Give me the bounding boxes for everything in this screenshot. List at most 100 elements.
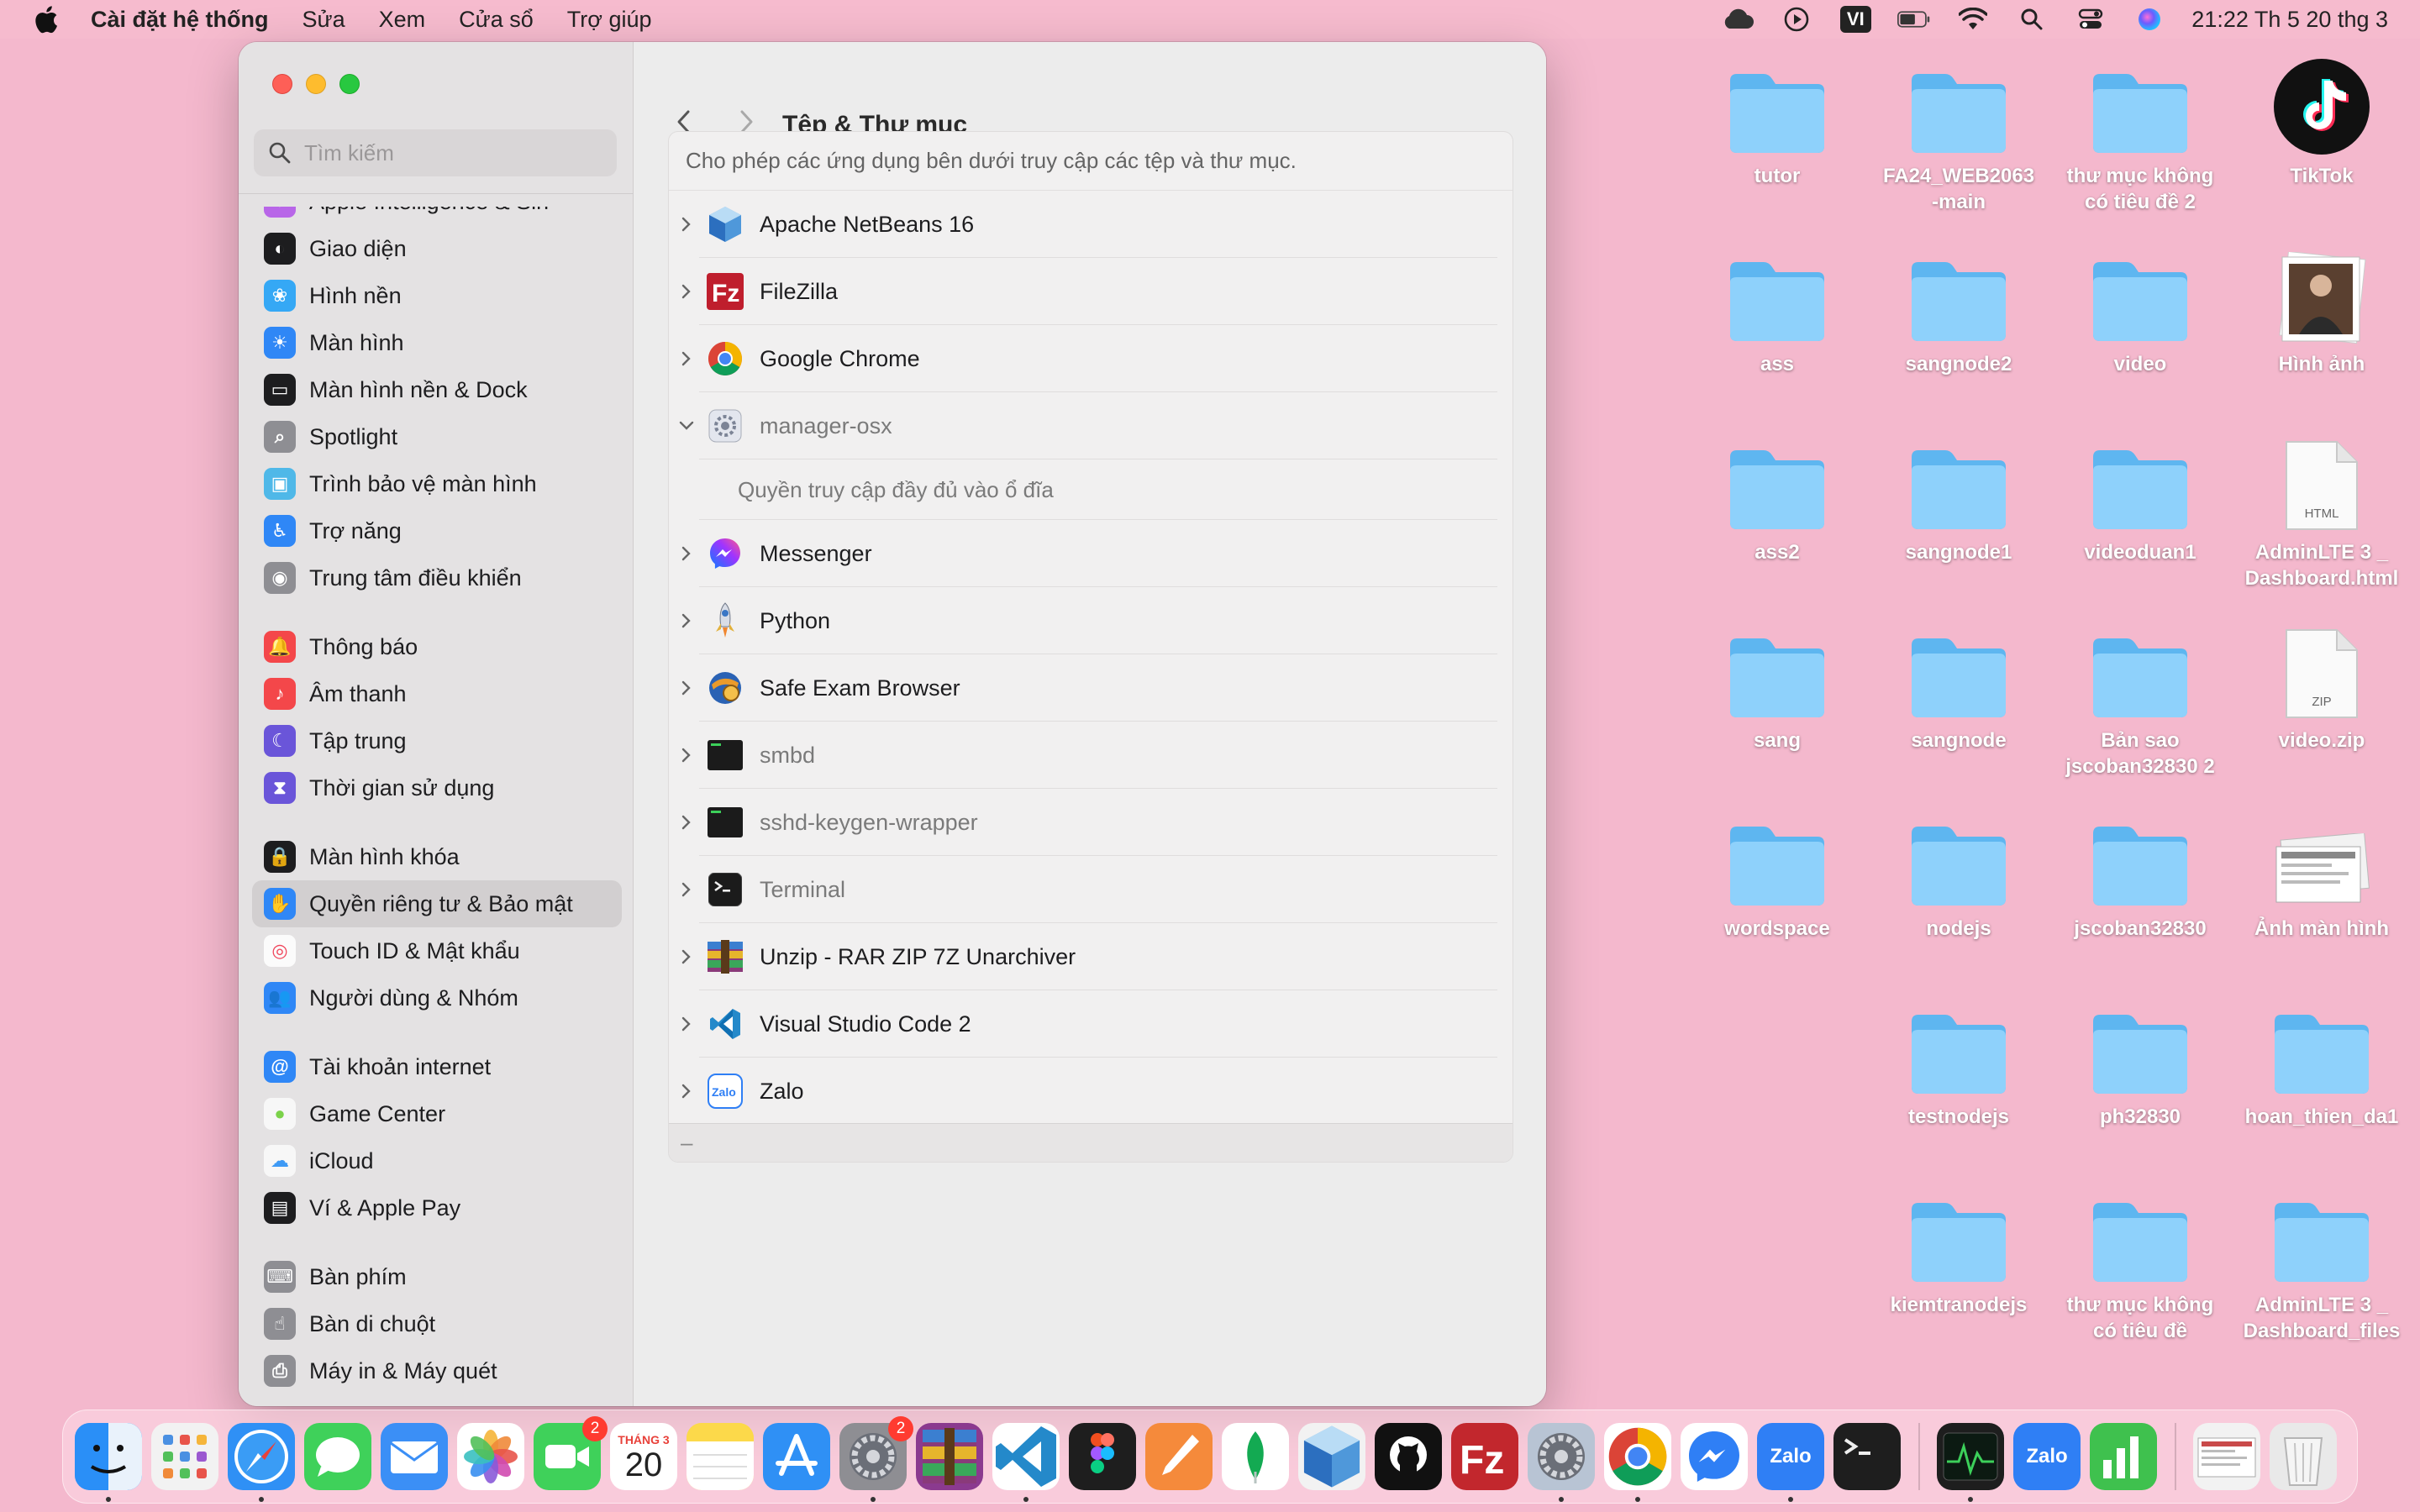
desktop-folder[interactable]: video — [2052, 252, 2228, 377]
desktop-file[interactable]: ZIP video.zip — [2233, 628, 2410, 753]
sidebar-item[interactable]: ☝ Bàn di chuột — [252, 1300, 622, 1347]
menu-app-name[interactable]: Cài đặt hệ thống — [91, 7, 269, 33]
app-row[interactable]: Google Chrome — [669, 325, 1512, 392]
sidebar-list[interactable]: ✦ Apple Intelligence & Siri ◐ Giao diện ❀ Hìn… — [252, 207, 622, 1406]
dock-item[interactable]: 2 — [839, 1416, 913, 1502]
desktop-folder[interactable]: jscoban32830 — [2052, 816, 2228, 942]
desktop-file[interactable]: Hình ảnh — [2233, 252, 2410, 377]
dock-item[interactable]: THÁNG 3 20 — [610, 1423, 677, 1490]
dock-item[interactable] — [75, 1423, 142, 1502]
desktop-folder[interactable]: nodejs — [1870, 816, 2047, 942]
sidebar-item[interactable]: ☀ Màn hình — [252, 319, 622, 366]
desktop-folder[interactable]: hoan_thien_da1 — [2233, 1005, 2410, 1130]
chevron-right-icon[interactable] — [677, 215, 696, 234]
chevron-right-icon[interactable] — [677, 544, 696, 563]
siri-icon[interactable] — [2133, 3, 2166, 36]
sidebar-item[interactable]: ⌕ Spotlight — [252, 413, 622, 460]
app-row[interactable]: Messenger — [669, 520, 1512, 587]
dock-item[interactable] — [1833, 1423, 1901, 1490]
sidebar-item[interactable]: ▣ Trình bảo vệ màn hình — [252, 460, 622, 507]
cloud-icon[interactable] — [1721, 3, 1754, 36]
zoom-button[interactable] — [339, 74, 360, 94]
menu-window[interactable]: Cửa sổ — [459, 7, 534, 33]
battery-icon[interactable] — [1897, 3, 1931, 36]
desktop-file[interactable]: HTML AdminLTE 3 _ Dashboard.html — [2233, 440, 2410, 591]
dock-item[interactable] — [1145, 1423, 1213, 1490]
sidebar-item[interactable]: ▤ Ví & Apple Pay — [252, 1184, 622, 1231]
dock-item[interactable] — [2270, 1423, 2337, 1490]
chevron-right-icon[interactable] — [677, 1082, 696, 1100]
desktop-folder[interactable]: sangnode — [1870, 628, 2047, 753]
desktop-file[interactable]: Ảnh màn hình — [2233, 816, 2410, 942]
desktop-folder[interactable]: ph32830 — [2052, 1005, 2228, 1130]
dock-item[interactable] — [381, 1423, 448, 1490]
dock-item[interactable] — [1298, 1423, 1365, 1490]
app-row[interactable]: Python — [669, 587, 1512, 654]
chevron-right-icon[interactable] — [677, 880, 696, 899]
desktop-folder[interactable]: testnodejs — [1870, 1005, 2047, 1130]
chevron-right-icon[interactable] — [677, 349, 696, 368]
dock-item[interactable]: Fz — [1451, 1423, 1518, 1490]
sidebar-item[interactable]: ◉ Trung tâm điều khiển — [252, 554, 622, 601]
sidebar-item[interactable]: ⌨ Bàn phím — [252, 1253, 622, 1300]
app-row[interactable]: Zalo Zalo — [669, 1058, 1512, 1125]
wifi-icon[interactable] — [1956, 3, 1990, 36]
dock-item[interactable]: Zalo — [1757, 1423, 1824, 1502]
dock-item[interactable] — [916, 1423, 983, 1490]
sidebar-item[interactable]: ✦ Apple Intelligence & Siri — [252, 207, 622, 225]
close-button[interactable] — [272, 74, 292, 94]
app-row[interactable]: Unzip - RAR ZIP 7Z Unarchiver — [669, 923, 1512, 990]
sidebar-item[interactable]: ♪ Âm thanh — [252, 670, 622, 717]
desktop-folder[interactable]: wordspace — [1689, 816, 1865, 942]
dock-item[interactable] — [1681, 1423, 1748, 1490]
sidebar-item[interactable]: 👥 Người dùng & Nhóm — [252, 974, 622, 1021]
sidebar-search-field[interactable]: Tìm kiếm — [254, 129, 617, 176]
sidebar-item[interactable]: ⧗ Thời gian sử dụng — [252, 764, 622, 811]
search-icon[interactable] — [2015, 3, 2049, 36]
desktop-folder[interactable]: ass2 — [1689, 440, 1865, 565]
menu-clock[interactable]: 21:22 Th 5 20 thg 3 — [2191, 7, 2388, 33]
app-row[interactable]: Visual Studio Code 2 — [669, 990, 1512, 1058]
dock-item[interactable] — [2193, 1423, 2260, 1490]
sidebar-item[interactable]: ◎ Touch ID & Mật khẩu — [252, 927, 622, 974]
menu-edit[interactable]: Sửa — [302, 7, 345, 33]
chevron-down-icon[interactable] — [677, 417, 696, 435]
desktop-folder[interactable]: kiemtranodejs — [1870, 1193, 2047, 1318]
menu-help[interactable]: Trợ giúp — [567, 7, 652, 33]
desktop-file[interactable]: TikTok — [2233, 59, 2410, 189]
app-row[interactable]: smbd — [669, 722, 1512, 789]
sidebar-item[interactable]: ☾ Tập trung — [252, 717, 622, 764]
app-row[interactable]: sshd-keygen-wrapper — [669, 789, 1512, 856]
permission-subitem[interactable]: Quyền truy cập đầy đủ vào ổ đĩa — [669, 459, 1512, 520]
apple-logo-icon[interactable] — [32, 3, 60, 36]
menu-view[interactable]: Xem — [379, 7, 426, 33]
app-row[interactable]: Apache NetBeans 16 — [669, 191, 1512, 258]
dock-item[interactable] — [1069, 1423, 1136, 1490]
desktop-folder[interactable]: sangnode2 — [1870, 252, 2047, 377]
dock-item[interactable] — [1222, 1423, 1289, 1490]
desktop-folder[interactable]: ass — [1689, 252, 1865, 377]
dock-item[interactable] — [1375, 1423, 1442, 1490]
dock-item[interactable] — [304, 1423, 371, 1490]
dock-item[interactable] — [151, 1423, 218, 1490]
chevron-right-icon[interactable] — [677, 679, 696, 697]
chevron-right-icon[interactable] — [677, 1015, 696, 1033]
desktop-folder[interactable]: sangnode1 — [1870, 440, 2047, 565]
sidebar-item[interactable]: ♿ Trợ năng — [252, 507, 622, 554]
sidebar-item[interactable]: 🔔 Thông báo — [252, 623, 622, 670]
sidebar-item[interactable]: @ Tài khoản internet — [252, 1043, 622, 1090]
play-circle-icon[interactable] — [1780, 3, 1813, 36]
dock-item[interactable] — [763, 1423, 830, 1490]
dock-item[interactable] — [2090, 1423, 2157, 1490]
dock-item[interactable]: Zalo — [2013, 1423, 2081, 1490]
app-row[interactable]: manager-osx — [669, 392, 1512, 459]
desktop-folder[interactable]: AdminLTE 3 _ Dashboard_files — [2233, 1193, 2410, 1344]
minimize-button[interactable] — [306, 74, 326, 94]
sidebar-item[interactable]: ● Game Center — [252, 1090, 622, 1137]
dock-item[interactable] — [1937, 1423, 2004, 1502]
chevron-right-icon[interactable] — [677, 948, 696, 966]
chevron-right-icon[interactable] — [677, 612, 696, 630]
dock-item[interactable] — [1604, 1423, 1671, 1502]
chevron-right-icon[interactable] — [677, 282, 696, 301]
app-row[interactable]: Safe Exam Browser — [669, 654, 1512, 722]
